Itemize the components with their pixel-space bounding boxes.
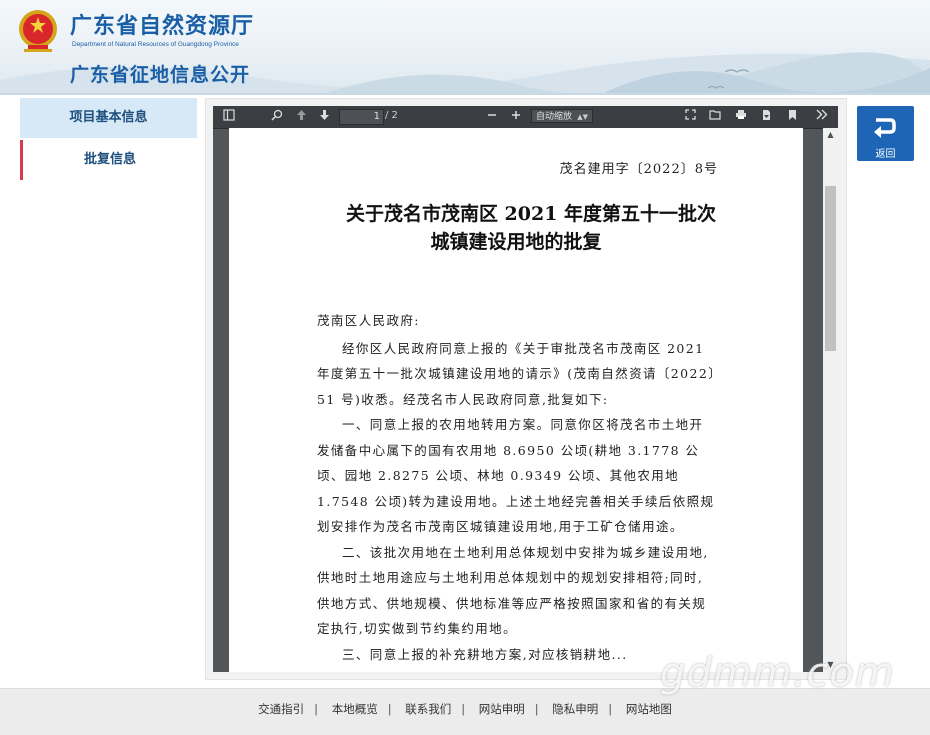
document-paragraph: 一、同意上报的农用地转用方案。同意你区将茂名市土地开发储备中心属下的国有农用地 … <box>317 417 715 534</box>
back-button[interactable]: 返回 <box>857 106 914 161</box>
document-number: 茂名建用字〔2022〕8号 <box>559 162 718 177</box>
arrow-down-icon[interactable] <box>317 109 331 125</box>
zoom-select[interactable]: 自动缩放 ▲▼ <box>531 109 593 123</box>
search-icon[interactable] <box>269 109 285 125</box>
document-title-line1: 关于茂名市茂南区 2021 年度第五十一批次 <box>345 203 717 225</box>
watermark: gdmm.com <box>660 650 895 696</box>
pdf-toolbar: 1 / 2 自动缩放 ▲▼ <box>213 106 838 129</box>
scrollbar-thumb[interactable] <box>825 186 836 351</box>
return-arrow-icon <box>874 118 896 138</box>
minus-icon[interactable] <box>485 109 499 125</box>
print-icon[interactable] <box>734 109 748 125</box>
header-divider <box>0 93 930 95</box>
footer-link-overview[interactable]: 本地概览 <box>332 702 378 716</box>
sidebar: 项目基本信息 批复信息 <box>20 98 197 180</box>
footer-link-sitemap[interactable]: 网站地图 <box>626 702 672 716</box>
download-icon[interactable] <box>759 109 773 125</box>
bookmark-icon[interactable] <box>785 109 799 125</box>
fullscreen-icon[interactable] <box>683 109 697 125</box>
open-file-icon[interactable] <box>708 109 722 125</box>
scroll-up-icon[interactable]: ▲ <box>823 128 838 142</box>
site-subtitle: Department of Natural Resources of Guang… <box>72 41 239 48</box>
pdf-page: 茂名建用字〔2022〕8号 关于茂名市茂南区 2021 年度第五十一批次 城镇建… <box>229 128 803 672</box>
back-button-label: 返回 <box>875 149 896 160</box>
document-paragraph: 经你区人民政府同意上报的《关于审批茂名市茂南区 2021 年度第五十一批次城镇建… <box>317 340 716 407</box>
sidebar-item-approval-info[interactable]: 批复信息 <box>20 140 197 180</box>
chevron-down-icon: ▲▼ <box>577 113 588 121</box>
pdf-viewer: 1 / 2 自动缩放 ▲▼ 茂名建用字〔2022〕8号 关于茂名市茂南区 202… <box>213 106 838 672</box>
footer-links: 交通指引 | 本地概览 | 联系我们 | 网站申明 | 隐私申明 | 网站地图 <box>258 702 672 716</box>
document-paragraph: 二、该批次用地在土地利用总体规划中安排为城乡建设用地,供地时土地用途应与土地利用… <box>317 544 709 637</box>
document-body: 茂南区人民政府: 经你区人民政府同意上报的《关于审批茂名市茂南区 2021 年度… <box>317 308 717 667</box>
footer-link-traffic[interactable]: 交通指引 <box>258 702 304 716</box>
footer-link-statement[interactable]: 网站申明 <box>479 702 525 716</box>
document-salutation: 茂南区人民政府: <box>317 313 420 328</box>
arrow-up-icon[interactable] <box>294 109 308 125</box>
site-header: 广东省自然资源厅 Department of Natural Resources… <box>0 0 930 95</box>
site-title[interactable]: 广东省自然资源厅 <box>70 8 254 40</box>
pdf-scrollbar[interactable]: ▲ ▼ <box>823 128 838 672</box>
national-emblem-icon <box>19 10 57 52</box>
sidebar-item-project-info[interactable]: 项目基本信息 <box>20 98 197 138</box>
document-paragraph: 三、同意上报的补充耕地方案,对应核销耕地... <box>342 646 628 662</box>
plus-icon[interactable] <box>509 109 523 125</box>
double-chevron-right-icon[interactable] <box>814 109 830 125</box>
footer-link-contact[interactable]: 联系我们 <box>405 702 451 716</box>
zoom-select-value: 自动缩放 <box>536 112 573 122</box>
page-number-input[interactable]: 1 <box>339 109 384 125</box>
document-title: 关于茂名市茂南区 2021 年度第五十一批次 城镇建设用地的批复 <box>229 200 803 256</box>
sidebar-toggle-icon[interactable] <box>221 109 237 125</box>
section-title: 广东省征地信息公开 <box>70 64 251 86</box>
page-total: / 2 <box>385 110 398 121</box>
footer-link-privacy[interactable]: 隐私申明 <box>552 702 598 716</box>
document-title-line2: 城镇建设用地的批复 <box>430 231 602 253</box>
